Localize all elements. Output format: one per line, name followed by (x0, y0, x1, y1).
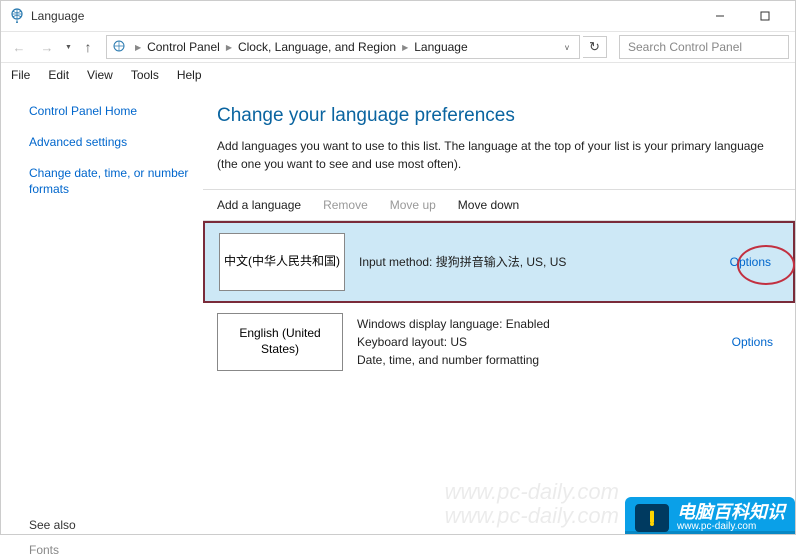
app-icon (9, 8, 25, 24)
title-bar: Language (1, 1, 795, 31)
main-panel: Change your language preferences Add lan… (203, 87, 795, 534)
window-title: Language (31, 9, 697, 23)
language-toolbar: Add a language Remove Move up Move down (203, 189, 795, 221)
minimize-button[interactable] (697, 2, 742, 30)
see-also-label: See also (29, 518, 197, 532)
add-language-button[interactable]: Add a language (217, 198, 301, 212)
breadcrumb-bar[interactable]: ▶ Control Panel ▶ Clock, Language, and R… (106, 35, 580, 59)
language-name-box: English (United States) (217, 313, 343, 371)
language-row-chinese[interactable]: 中文(中华人民共和国) Input method: 搜狗拼音输入法, US, U… (203, 221, 795, 303)
remove-button: Remove (323, 198, 368, 212)
location-icon (111, 39, 127, 55)
options-link[interactable]: Options (732, 335, 781, 349)
menu-file[interactable]: File (11, 68, 30, 82)
crumb-control-panel[interactable]: Control Panel (145, 40, 222, 54)
watermark: www.pc-daily.com www.pc-daily.com 电脑百科知识… (445, 480, 795, 534)
options-link[interactable]: Options (730, 255, 779, 269)
sidebar-advanced-settings[interactable]: Advanced settings (29, 134, 197, 151)
crumb-clock-language-region[interactable]: Clock, Language, and Region (236, 40, 398, 54)
menu-edit[interactable]: Edit (48, 68, 69, 82)
address-bar: ← → ▼ ↑ ▶ Control Panel ▶ Clock, Languag… (1, 31, 795, 63)
crumb-language[interactable]: Language (412, 40, 469, 54)
up-button[interactable]: ↑ (78, 37, 98, 57)
sidebar-control-panel-home[interactable]: Control Panel Home (29, 103, 197, 120)
refresh-button[interactable]: ↻ (583, 36, 607, 58)
sidebar: Control Panel Home Advanced settings Cha… (1, 87, 203, 534)
language-details: Windows display language: Enabled Keyboa… (357, 315, 732, 369)
watermark-badge: 电脑百科知识 www.pc-daily.com (625, 497, 795, 534)
page-description: Add languages you want to use to this li… (203, 137, 795, 189)
chevron-right-icon: ▶ (226, 43, 232, 52)
menu-bar: File Edit View Tools Help (1, 63, 795, 85)
menu-help[interactable]: Help (177, 68, 202, 82)
language-name-box: 中文(中华人民共和国) (219, 233, 345, 291)
detail-date-format: Date, time, and number formatting (357, 351, 732, 369)
search-input[interactable]: Search Control Panel (619, 35, 789, 59)
move-down-button[interactable]: Move down (458, 198, 519, 212)
maximize-button[interactable] (742, 2, 787, 30)
address-dropdown-icon[interactable]: v (565, 43, 575, 52)
watermark-urls: www.pc-daily.com www.pc-daily.com (445, 480, 619, 528)
chevron-right-icon: ▶ (402, 43, 408, 52)
sidebar-change-date-formats[interactable]: Change date, time, or number formats (29, 165, 197, 199)
page-heading: Change your language preferences (203, 87, 795, 137)
watermark-badge-url: www.pc-daily.com (677, 521, 785, 532)
language-row-english[interactable]: English (United States) Windows display … (203, 303, 795, 381)
sidebar-fonts[interactable]: Fonts (29, 542, 197, 559)
move-up-button: Move up (390, 198, 436, 212)
forward-button[interactable]: → (35, 35, 59, 59)
history-dropdown-icon[interactable]: ▼ (63, 44, 74, 51)
detail-keyboard-layout: Keyboard layout: US (357, 333, 732, 351)
menu-view[interactable]: View (87, 68, 113, 82)
language-details: Input method: 搜狗拼音输入法, US, US (359, 253, 730, 271)
search-placeholder: Search Control Panel (628, 40, 742, 54)
warning-monitor-icon (635, 504, 669, 532)
back-button[interactable]: ← (7, 35, 31, 59)
menu-tools[interactable]: Tools (131, 68, 159, 82)
detail-display-language: Windows display language: Enabled (357, 315, 732, 333)
chevron-right-icon: ▶ (135, 43, 141, 52)
watermark-badge-text: 电脑百科知识 (677, 503, 785, 521)
